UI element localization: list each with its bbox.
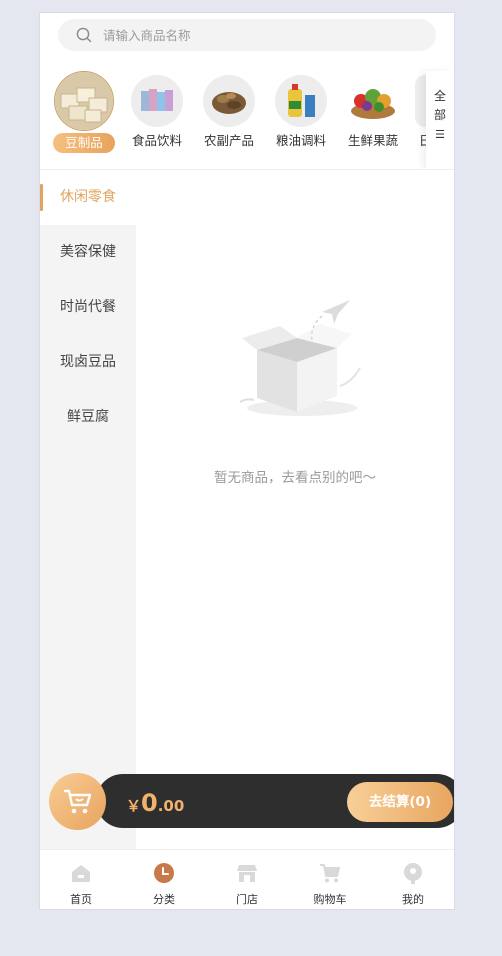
empty-message: 暂无商品，去看点别的吧～ [214,470,376,486]
category-label: 粮油调料 [275,133,326,148]
category-label: 生鲜果蔬 [347,133,398,148]
category-icon [154,863,174,883]
search-icon [76,27,92,43]
tab-label: 我的 [402,893,424,906]
tab-label: 分类 [153,893,175,906]
all-categories-button[interactable]: 全 部 ☰ [426,71,454,169]
list-icon: ☰ [435,128,445,141]
product-list-area: 暂无商品，去看点别的吧～ [136,170,454,850]
cart-button[interactable] [49,773,106,830]
tab-bar: 首页 分类 门店 购物车 我的 [40,849,454,909]
sidebar-item-beauty[interactable]: 美容保健 [40,225,136,280]
category-image-oil-seasoning [275,75,327,127]
search-bar[interactable] [58,19,436,51]
tab-store[interactable]: 门店 [206,850,288,907]
sidebar: 休闲零食 美容保健 时尚代餐 现卤豆品 鲜豆腐 [40,170,136,850]
category-image-fresh-produce [347,75,399,127]
sidebar-item-braised-tofu[interactable]: 现卤豆品 [40,335,136,390]
category-item-fresh-produce[interactable]: 生鲜果蔬 [337,71,409,151]
tab-cart[interactable]: 购物车 [289,850,371,907]
category-item-tofu[interactable]: 豆制品 [48,71,120,153]
category-item-food-drink[interactable]: 食品饮料 [121,71,193,151]
empty-box-icon [239,300,361,416]
cart-icon [63,789,91,813]
all-label-1: 全 [433,89,446,103]
category-label: 农副产品 [203,133,254,148]
all-label-2: 部 [433,108,446,122]
tab-profile[interactable]: 我的 [372,850,454,907]
category-image-tofu [54,71,114,131]
tab-label: 门店 [236,893,258,906]
price-decimal: .00 [157,797,185,815]
checkout-button[interactable]: 去结算(0) [347,782,453,822]
profile-icon [404,863,422,884]
price-integer: 0 [141,789,158,817]
cart-total: ￥0.00 [126,789,184,817]
store-icon [237,865,257,882]
cart-icon [320,864,340,883]
sidebar-item-snacks[interactable]: 休闲零食 [40,170,136,225]
tab-label: 购物车 [313,893,347,906]
category-image-farm-products [203,75,255,127]
sidebar-item-meal-replacement[interactable]: 时尚代餐 [40,280,136,335]
tab-home[interactable]: 首页 [40,850,122,907]
app-screen: 豆制品 食品饮料 农副产品 [40,13,454,909]
home-icon [72,865,90,882]
category-label: 豆制品 [53,133,115,153]
currency-symbol: ￥ [126,797,142,815]
tab-label: 首页 [70,893,92,906]
category-item-oil-seasoning[interactable]: 粮油调料 [265,71,337,151]
category-item-farm-products[interactable]: 农副产品 [193,71,265,151]
tab-category[interactable]: 分类 [123,850,205,907]
category-image-food-drink [131,75,183,127]
sidebar-item-fresh-tofu[interactable]: 鲜豆腐 [40,390,136,445]
category-strip[interactable]: 豆制品 食品饮料 农副产品 粮油调料 生鲜果蔬 日 [40,71,429,171]
search-input[interactable] [101,26,405,44]
category-label: 食品饮料 [131,133,182,148]
